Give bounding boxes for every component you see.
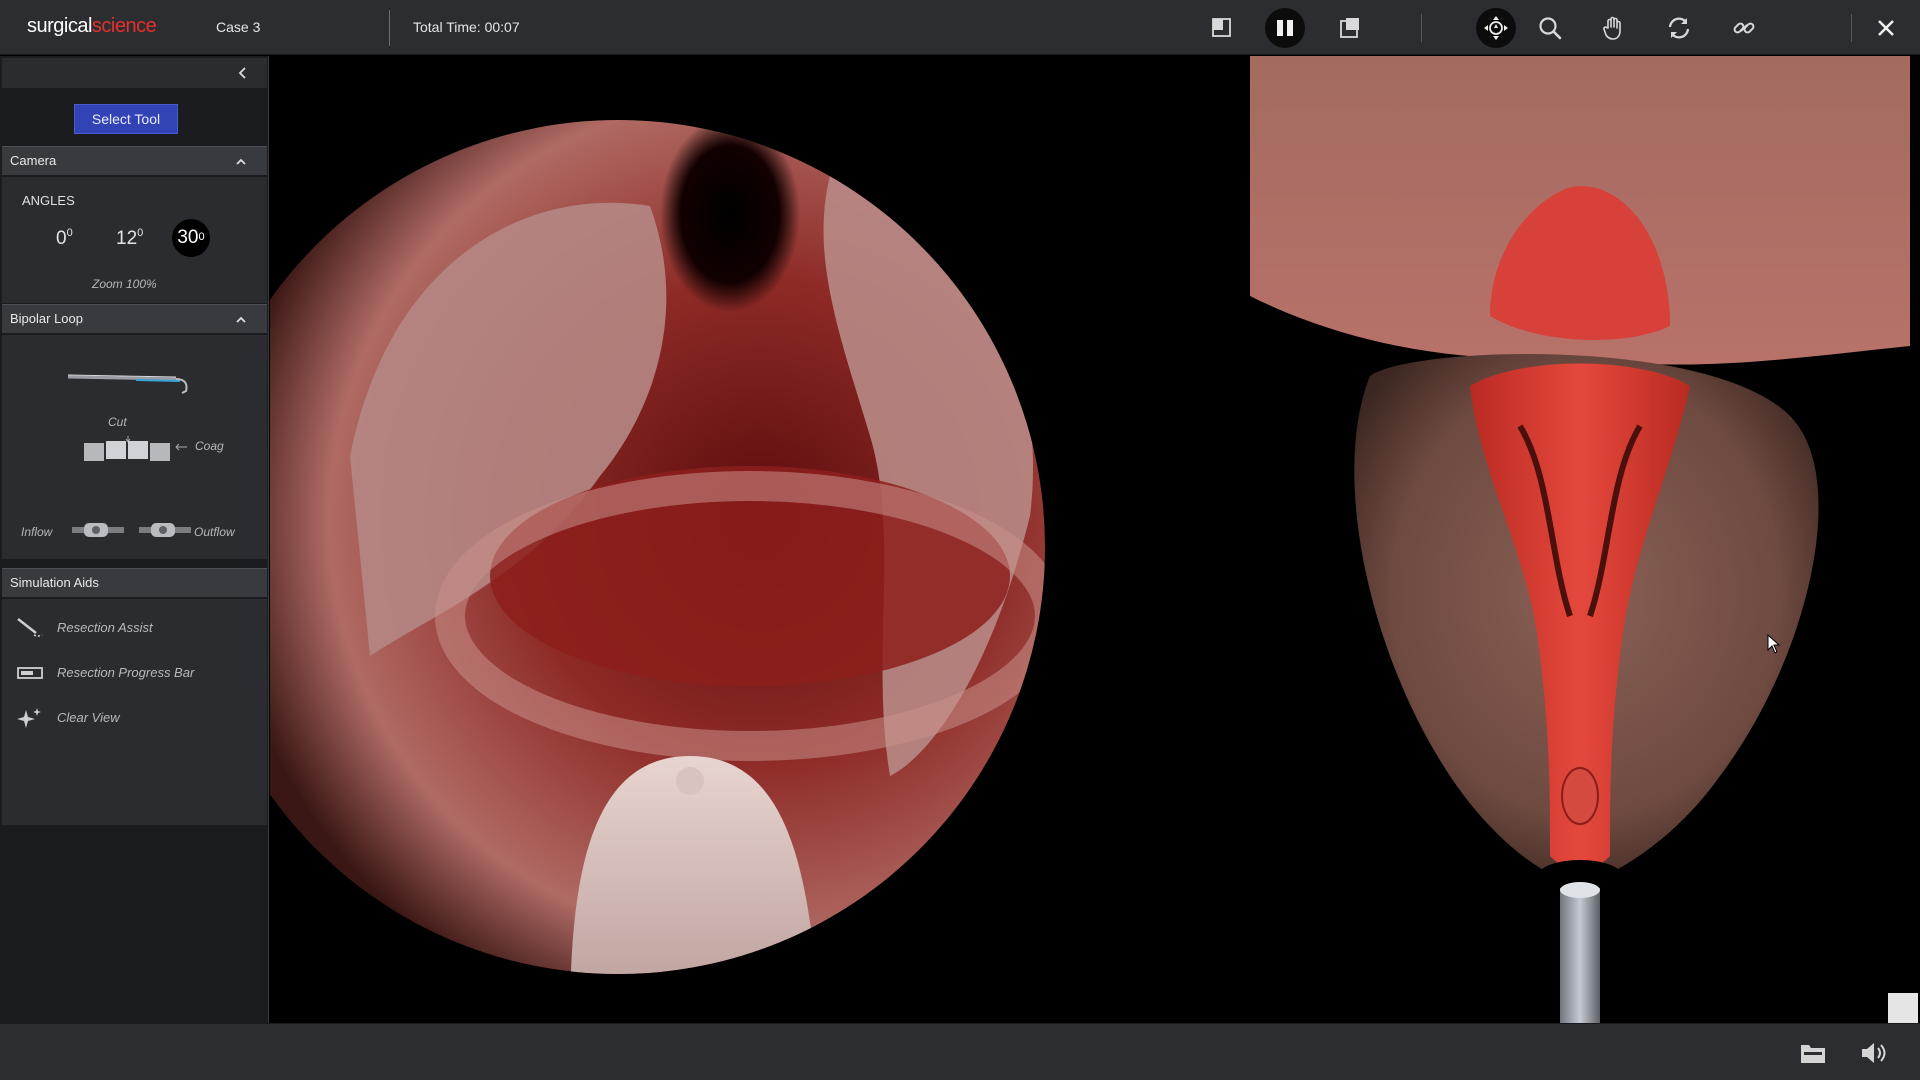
rotate-button[interactable]: [1659, 8, 1699, 48]
grab-hand-button[interactable]: [1594, 8, 1634, 48]
outflow-valve-icon[interactable]: [139, 521, 191, 539]
view-layout-right-button[interactable]: [1330, 8, 1370, 48]
mouse-cursor-icon: [1767, 634, 1781, 654]
camera-section-body: ANGLES 00 120 30 0 Zoom 100%: [2, 177, 267, 303]
foot-pedal-icon[interactable]: [82, 435, 174, 463]
select-tool-button[interactable]: Select Tool: [74, 104, 178, 134]
clear-view-label: Clear View: [57, 710, 120, 725]
corner-overlay-square: [1888, 993, 1918, 1023]
toolbar-divider: [389, 10, 390, 46]
view-layout-right-icon: [1340, 18, 1359, 38]
grab-hand-icon: [1603, 16, 1621, 40]
folder-icon: [1801, 1045, 1825, 1063]
angle-degree: 0: [198, 231, 205, 243]
chevron-left-icon[interactable]: [237, 66, 247, 80]
resection-progress-bar-toggle[interactable]: Resection Progress Bar: [2, 654, 267, 690]
link-icon: [1733, 22, 1755, 34]
rotate-icon: [1668, 17, 1690, 39]
endoscope-camera-view[interactable]: [270, 56, 1250, 1023]
link-button[interactable]: [1724, 8, 1764, 48]
pause-button[interactable]: [1265, 8, 1305, 48]
simulation-aids-title: Simulation Aids: [10, 575, 99, 590]
zoom-button[interactable]: [1530, 8, 1570, 48]
view-layout-left-button[interactable]: [1202, 8, 1242, 48]
angle-degree: 0: [137, 227, 144, 239]
chevron-up-icon: [236, 316, 246, 323]
simulation-aids-header: Simulation Aids: [2, 568, 267, 598]
sparkle-icon: [17, 708, 41, 728]
endoscope-image: [270, 120, 1045, 974]
bipolar-section-body: Cut Coag Inflow Outflow: [2, 335, 267, 559]
zoom-label: Zoom 100%: [92, 277, 157, 291]
brand-text-science: science: [91, 15, 157, 37]
view-layout-left-icon: [1212, 18, 1231, 37]
move-camera-button[interactable]: [1476, 8, 1516, 48]
toolbar-divider-3: [1851, 14, 1852, 42]
resection-assist-toggle[interactable]: Resection Assist: [2, 609, 267, 645]
brand-logo: surgicalscience: [27, 15, 157, 38]
camera-section-header[interactable]: Camera: [2, 146, 267, 176]
pause-icon: [1277, 20, 1293, 36]
inflow-label: Inflow: [21, 525, 53, 539]
coag-label: Coag: [195, 439, 224, 453]
inflow-valve-icon[interactable]: [72, 521, 124, 539]
angles-title: ANGLES: [22, 193, 75, 208]
cut-label: Cut: [108, 415, 127, 429]
sidebar-collapse-row: [2, 58, 267, 88]
angle-value: 30: [177, 227, 199, 248]
clear-view-toggle[interactable]: Clear View: [2, 699, 267, 735]
camera-section-title: Camera: [10, 153, 57, 168]
bipolar-loop-tool-icon: [67, 374, 188, 394]
angle-degree: 0: [66, 227, 73, 239]
arrow-left-icon: [175, 443, 187, 451]
simulation-aids-body: Resection Assist Resection Progress Bar …: [2, 599, 267, 825]
top-bar: surgicalscience Case 3 Total Time: 00:07: [0, 0, 1920, 55]
bottom-bar: [0, 1023, 1920, 1080]
folder-button[interactable]: [1797, 1038, 1829, 1068]
resection-assist-label: Resection Assist: [57, 620, 153, 635]
resection-assist-icon: [17, 618, 43, 637]
anatomy-3d-model: [1250, 56, 1910, 1023]
brand-text-surgical: surgical: [27, 15, 92, 37]
angle-option-30[interactable]: 30 0: [172, 219, 210, 257]
angle-value: 12: [116, 228, 138, 249]
volume-icon: [1862, 1043, 1886, 1063]
chevron-up-icon: [236, 158, 246, 165]
angle-option-0[interactable]: 00: [56, 227, 73, 250]
zoom-search-icon: [1539, 17, 1562, 40]
close-icon: [1878, 20, 1894, 36]
volume-button[interactable]: [1858, 1038, 1890, 1068]
bipolar-section-title: Bipolar Loop: [10, 311, 83, 326]
left-sidebar: Select Tool Camera ANGLES 00 120 30 0 Zoo…: [0, 56, 269, 1023]
progress-bar-icon: [17, 667, 43, 679]
outflow-label: Outflow: [194, 525, 235, 539]
resection-progress-bar-label: Resection Progress Bar: [57, 665, 195, 680]
total-time-label: Total Time: 00:07: [413, 19, 520, 35]
close-button[interactable]: [1866, 8, 1906, 48]
angle-value: 0: [56, 228, 67, 249]
toolbar-divider-2: [1421, 14, 1422, 42]
move-camera-icon: [1484, 16, 1508, 40]
bipolar-section-header[interactable]: Bipolar Loop: [2, 304, 267, 334]
anatomy-3d-view[interactable]: [1250, 56, 1920, 1023]
angle-option-12[interactable]: 120: [116, 227, 144, 250]
case-label: Case 3: [216, 19, 261, 35]
